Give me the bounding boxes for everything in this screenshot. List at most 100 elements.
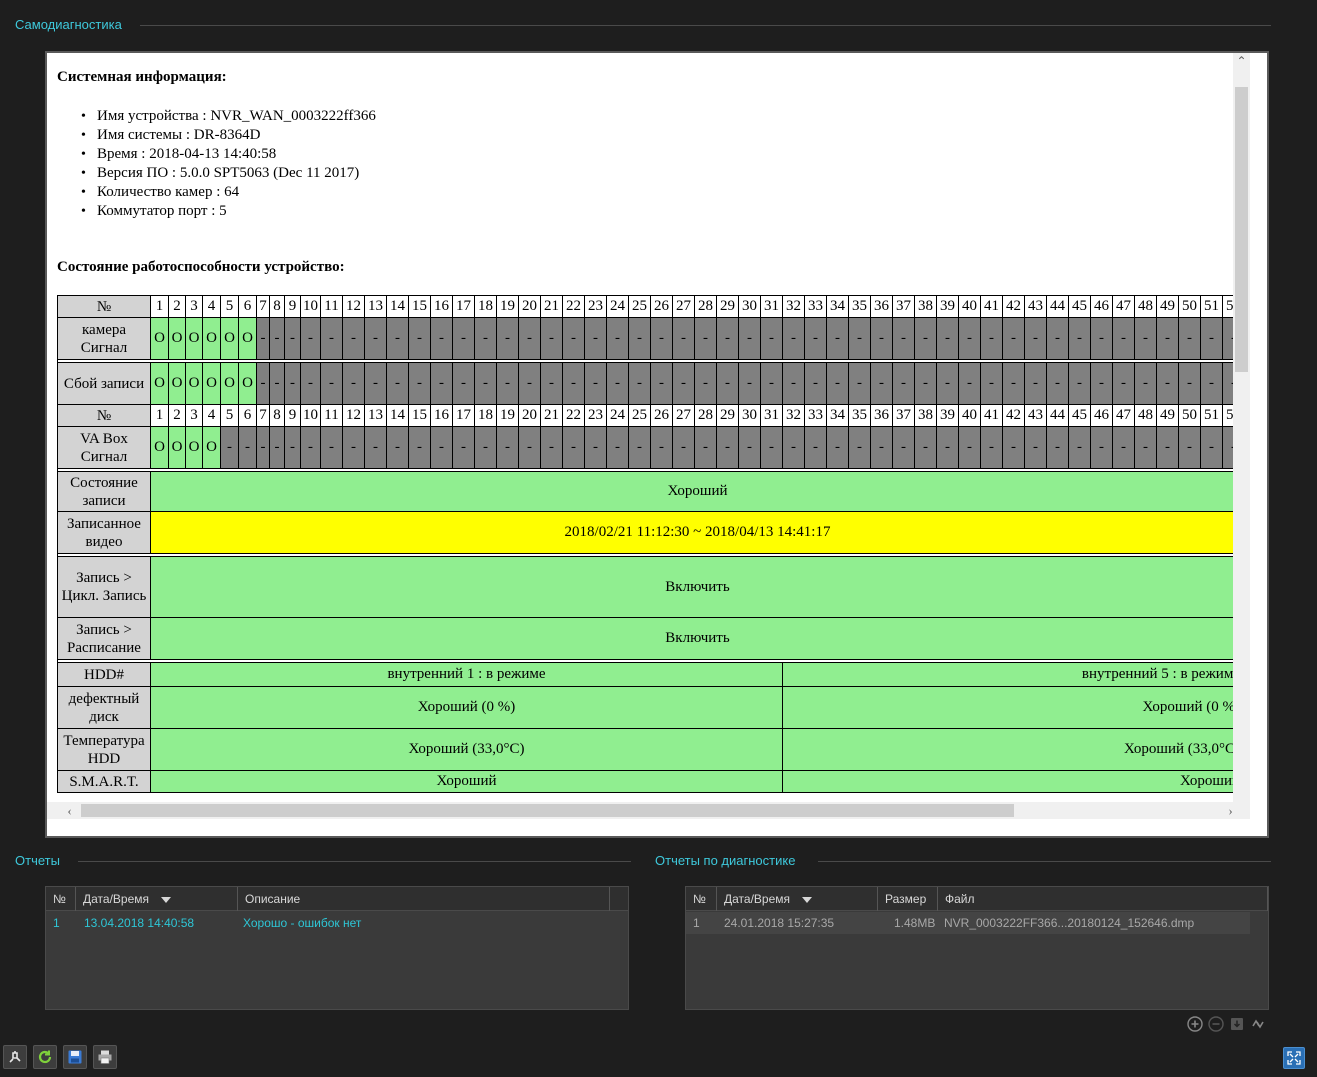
sort-desc-icon[interactable] <box>802 896 813 903</box>
save-button[interactable] <box>63 1045 87 1069</box>
sort-desc-icon[interactable] <box>161 896 172 903</box>
channel-number: 8 <box>269 404 285 427</box>
vertical-scroll-thumb[interactable] <box>1235 87 1248 372</box>
recording-state-label: Состояние записи <box>57 471 151 512</box>
column-header-number[interactable]: № <box>46 887 76 911</box>
vabox-signal-status: - <box>584 426 607 469</box>
vabox-signal-status: - <box>1046 426 1069 469</box>
vabox-signal-status: - <box>386 426 409 469</box>
remove-icon[interactable] <box>1208 1016 1224 1032</box>
print-button[interactable] <box>93 1045 117 1069</box>
channel-number: 48 <box>1134 404 1157 427</box>
vertical-scrollbar[interactable]: ⌃ ⌄ <box>1233 53 1250 819</box>
recording-failure-status: - <box>804 362 827 405</box>
channel-number: 8 <box>269 295 285 318</box>
table-row[interactable]: 1 13.04.2018 14:40:58 Хорошо - ошибок не… <box>46 912 628 934</box>
vabox-signal-status: O <box>202 426 221 469</box>
fullscreen-button[interactable] <box>1283 1047 1305 1069</box>
channel-number: 45 <box>1068 404 1091 427</box>
smart-value: Хороший <box>150 770 783 793</box>
camera-signal-status: - <box>452 317 475 360</box>
hdd-value: внутренний 1 : в режиме <box>150 662 783 687</box>
channel-number: 40 <box>958 295 981 318</box>
recording-failure-status: - <box>760 362 783 405</box>
recording-failure-status: - <box>694 362 717 405</box>
table-row[interactable]: 1 24.01.2018 15:27:35 1.48MB NVR_0003222… <box>686 912 1250 934</box>
column-header-description[interactable]: Описание <box>238 887 610 911</box>
recording-failure-status: - <box>452 362 475 405</box>
recording-failure-status: - <box>300 362 321 405</box>
hdd-value: внутренний 5 : в режиме <box>782 662 1245 687</box>
connect-icon <box>9 1051 21 1063</box>
print-icon <box>98 1050 112 1064</box>
diag-reports-grid-header: № Дата/Время Размер Файл <box>686 887 1268 911</box>
column-header-datetime[interactable]: Дата/Время <box>76 887 238 911</box>
camera-signal-status: O <box>202 317 221 360</box>
diagnosis-report-panel: Системная информация: Имя устройства : N… <box>45 51 1269 838</box>
channel-number: 41 <box>980 295 1003 318</box>
channel-number: 32 <box>782 404 805 427</box>
vabox-signal-status: - <box>1200 426 1223 469</box>
channel-number: 26 <box>650 295 673 318</box>
camera-signal-status: - <box>256 317 270 360</box>
scroll-right-icon[interactable]: › <box>1222 802 1239 819</box>
column-header-datetime-label: Дата/Время <box>724 892 791 906</box>
fullscreen-icon <box>1287 1051 1301 1065</box>
channel-number: 35 <box>848 404 871 427</box>
recording-failure-status: - <box>1090 362 1113 405</box>
channel-number: 46 <box>1090 295 1113 318</box>
vabox-signal-label: VA Box Сигнал <box>57 426 151 469</box>
channel-number: 9 <box>284 404 301 427</box>
horizontal-scrollbar[interactable]: ‹ › <box>47 802 1250 819</box>
defective-disk-value: Хороший (0 %) <box>782 686 1245 729</box>
camera-signal-status: - <box>870 317 893 360</box>
reports-grid[interactable]: № Дата/Время Описание 1 13.04.2018 14:40… <box>45 886 629 1010</box>
vabox-signal-status: - <box>1002 426 1025 469</box>
recording-failure-status: - <box>584 362 607 405</box>
column-header-datetime-label: Дата/Время <box>83 892 150 906</box>
channel-number: 38 <box>914 295 937 318</box>
vabox-signal-status: - <box>238 426 257 469</box>
column-header-datetime[interactable]: Дата/Время <box>717 887 878 911</box>
horizontal-scroll-thumb[interactable] <box>81 804 1014 817</box>
channel-number: 20 <box>518 295 541 318</box>
vabox-signal-status: - <box>760 426 783 469</box>
vabox-signal-status: - <box>256 426 270 469</box>
diagnosis-report-content: Системная информация: Имя устройства : N… <box>47 53 1250 819</box>
refresh-button[interactable] <box>33 1045 57 1069</box>
vabox-signal-status: - <box>848 426 871 469</box>
channel-number: 29 <box>716 404 739 427</box>
column-header-size[interactable]: Размер <box>878 887 938 911</box>
camera-signal-status: - <box>672 317 695 360</box>
recording-failure-status: - <box>738 362 761 405</box>
sync-icon[interactable] <box>1250 1016 1266 1032</box>
camera-signal-status: - <box>804 317 827 360</box>
vabox-signal-status: - <box>870 426 893 469</box>
channel-number-header: № <box>57 404 151 427</box>
channel-number: 14 <box>386 295 409 318</box>
column-header-number[interactable]: № <box>686 887 717 911</box>
channel-number: 43 <box>1024 404 1047 427</box>
camera-signal-status: - <box>848 317 871 360</box>
channel-number: 42 <box>1002 404 1025 427</box>
vabox-signal-status: - <box>694 426 717 469</box>
scroll-up-icon[interactable]: ⌃ <box>1233 53 1250 70</box>
schedule-recording-label: Запись > Расписание <box>57 617 151 660</box>
download-icon[interactable] <box>1229 1016 1245 1032</box>
recording-failure-status: - <box>958 362 981 405</box>
channel-number: 1 <box>150 404 169 427</box>
recorded-video-label: Записанное видео <box>57 511 151 554</box>
camera-signal-status: - <box>1024 317 1047 360</box>
vabox-signal-status: - <box>284 426 301 469</box>
recording-failure-status: O <box>238 362 257 405</box>
channel-number: 25 <box>628 404 651 427</box>
recording-failure-status: - <box>256 362 270 405</box>
connect-button[interactable] <box>3 1045 27 1069</box>
recording-failure-status: - <box>320 362 343 405</box>
scroll-left-icon[interactable]: ‹ <box>61 802 78 819</box>
diag-reports-grid[interactable]: № Дата/Время Размер Файл 1 24.01.2018 15… <box>685 886 1269 1010</box>
channel-number: 47 <box>1112 404 1135 427</box>
column-header-file[interactable]: Файл <box>938 887 1268 911</box>
add-icon[interactable] <box>1187 1016 1203 1032</box>
channel-number: 26 <box>650 404 673 427</box>
